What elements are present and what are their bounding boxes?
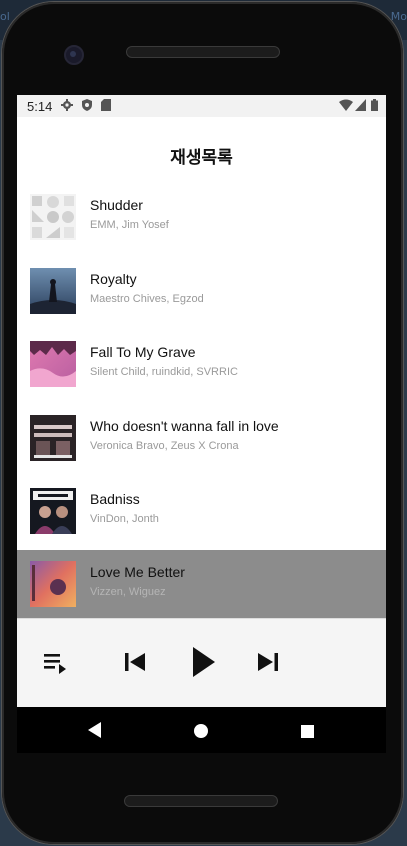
track-artist: Silent Child, ruindkid, SVRRIC <box>90 366 238 378</box>
player-controls <box>17 618 386 707</box>
back-icon[interactable] <box>88 722 102 742</box>
playlist-item-royalty[interactable]: Royalty Maestro Chives, Egzod <box>17 257 386 325</box>
wifi-icon <box>339 99 353 114</box>
play-icon[interactable] <box>192 647 216 681</box>
album-art-pink <box>30 341 76 387</box>
album-art-sky <box>30 268 76 314</box>
playlist-item-badniss[interactable]: Badniss VinDon, Jonth <box>17 477 386 545</box>
track-title: Love Me Better <box>90 564 185 580</box>
track-artist: Maestro Chives, Egzod <box>90 293 204 305</box>
bottom-speaker <box>124 795 278 807</box>
skip-next-icon[interactable] <box>256 652 278 676</box>
app-screen: 5:14 재생목록 Shudder EMM, Jim Yosef Royalty… <box>17 95 386 707</box>
status-bar: 5:14 <box>17 95 386 117</box>
front-camera <box>64 45 84 65</box>
playlist-item-love-me-better[interactable]: Love Me Better Vizzen, Wiguez <box>17 550 386 618</box>
track-artist: VinDon, Jonth <box>90 513 159 525</box>
track-title: Royalty <box>90 271 137 287</box>
system-navigation-bar <box>17 707 386 753</box>
page-title: 재생목록 <box>170 148 233 168</box>
track-artist: EMM, Jim Yosef <box>90 219 169 231</box>
background-text-right: Mo <box>390 10 407 23</box>
playlist-item-who-doesnt-wanna-fall-in-love[interactable]: Who doesn't wanna fall in love Veronica … <box>17 404 386 472</box>
sd-card-icon <box>101 99 111 114</box>
playlist-item-shudder[interactable]: Shudder EMM, Jim Yosef <box>17 183 386 251</box>
album-art-pattern <box>30 194 76 240</box>
home-icon[interactable] <box>194 723 208 742</box>
background-text-left: ol <box>0 10 10 23</box>
track-title: Who doesn't wanna fall in love <box>90 418 279 434</box>
track-artist: Vizzen, Wiguez <box>90 586 166 598</box>
status-time: 5:14 <box>27 99 53 114</box>
album-art-fall-in-love <box>30 415 76 461</box>
settings-icon <box>61 99 73 114</box>
playlist-queue-icon[interactable] <box>44 652 68 680</box>
track-title: Badniss <box>90 491 140 507</box>
track-artist: Veronica Bravo, Zeus X Crona <box>90 440 239 452</box>
playlist-item-fall-to-my-grave[interactable]: Fall To My Grave Silent Child, ruindkid,… <box>17 330 386 398</box>
track-title: Shudder <box>90 197 143 213</box>
battery-icon <box>371 99 378 114</box>
shield-icon <box>81 99 93 114</box>
skip-previous-icon[interactable] <box>125 652 147 676</box>
track-title: Fall To My Grave <box>90 344 196 360</box>
recents-icon[interactable] <box>301 723 314 742</box>
signal-icon <box>355 99 366 114</box>
top-speaker <box>126 46 280 58</box>
album-art-badniss <box>30 488 76 534</box>
album-art-sunset <box>30 561 76 607</box>
